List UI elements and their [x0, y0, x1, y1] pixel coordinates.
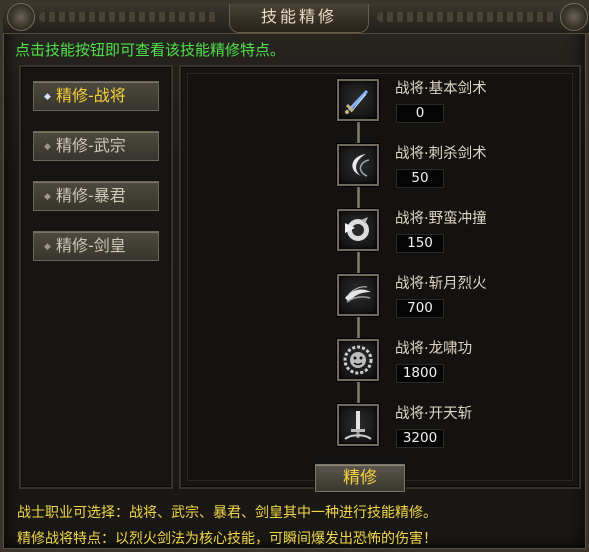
crescent-slash-icon — [352, 154, 370, 177]
tab-label: 精修-武宗 — [56, 136, 126, 155]
refine-tab-list — [19, 65, 173, 489]
skill-name: 战将·野蛮冲撞 — [395, 211, 487, 227]
footer-refine-trait: 精修战将特点：以烈火剑法为核心技能，可瞬间爆发出恐怖的伤害！ — [17, 531, 437, 547]
skill-name: 战将·刺杀剑术 — [395, 146, 487, 162]
diamond-icon: ◆ — [44, 242, 51, 252]
diamond-icon: ◆ — [44, 192, 51, 202]
window-title: 技能精修 — [229, 4, 369, 33]
fire-wave-icon — [345, 286, 371, 303]
skill-tree-inner — [187, 73, 573, 481]
skill-button-basic-sword[interactable] — [337, 79, 379, 121]
sword-icon — [345, 89, 369, 114]
diamond-icon: ◆ — [44, 142, 51, 152]
lion-head-icon — [343, 345, 373, 375]
skill-name: 战将·开天斩 — [395, 406, 473, 422]
skill-button-sky-splitter[interactable] — [337, 404, 379, 446]
skill-name: 战将·基本剑术 — [395, 81, 487, 97]
refine-button[interactable]: 精修 — [315, 464, 405, 492]
title-ornament-left — [39, 12, 219, 22]
diamond-icon: ◆ — [44, 92, 51, 102]
skill-tree-panel — [179, 65, 581, 489]
corner-ornament-left — [7, 3, 35, 31]
skill-refine-value: 3200 — [396, 429, 444, 448]
tab-refine-zhanjiang[interactable]: ◆ 精修-战将 — [33, 81, 159, 111]
hint-text: 点击技能按钮即可查看该技能精修特点。 — [15, 41, 286, 59]
title-bar: 技能精修 — [3, 3, 589, 34]
skill-button-moon-fire[interactable] — [337, 274, 379, 316]
tab-refine-jianhuang[interactable]: ◆ 精修-剑皇 — [33, 231, 159, 261]
skill-button-savage-charge[interactable] — [337, 209, 379, 251]
skill-refine-value: 150 — [396, 234, 444, 253]
charge-icon — [345, 217, 369, 241]
skill-refine-value: 50 — [396, 169, 444, 188]
tab-label: 精修-剑皇 — [56, 236, 126, 255]
skill-refine-value: 700 — [396, 299, 444, 318]
tab-label: 精修-暴君 — [56, 186, 126, 205]
skill-button-dragon-roar[interactable] — [337, 339, 379, 381]
skill-refine-value: 0 — [396, 104, 444, 123]
tab-refine-baojun[interactable]: ◆ 精修-暴君 — [33, 181, 159, 211]
skill-refine-window: 技能精修 点击技能按钮即可查看该技能精修特点。 ◆ 精修-战将 ◆ 精修-武宗 ◆ 精… — [0, 0, 589, 552]
footer-class-info: 战士职业可选择：战将、武宗、暴君、剑皇其中一种进行技能精修。 — [17, 505, 437, 521]
corner-ornament-right — [560, 3, 588, 31]
sky-splitter-icon — [344, 411, 372, 440]
title-ornament-right — [377, 12, 557, 22]
tab-refine-wuzong[interactable]: ◆ 精修-武宗 — [33, 131, 159, 161]
skill-button-assassin-sword[interactable] — [337, 144, 379, 186]
tab-label: 精修-战将 — [56, 86, 126, 105]
skill-name: 战将·斩月烈火 — [395, 276, 487, 292]
skill-name: 战将·龙啸功 — [395, 341, 473, 357]
skill-refine-value: 1800 — [396, 364, 444, 383]
